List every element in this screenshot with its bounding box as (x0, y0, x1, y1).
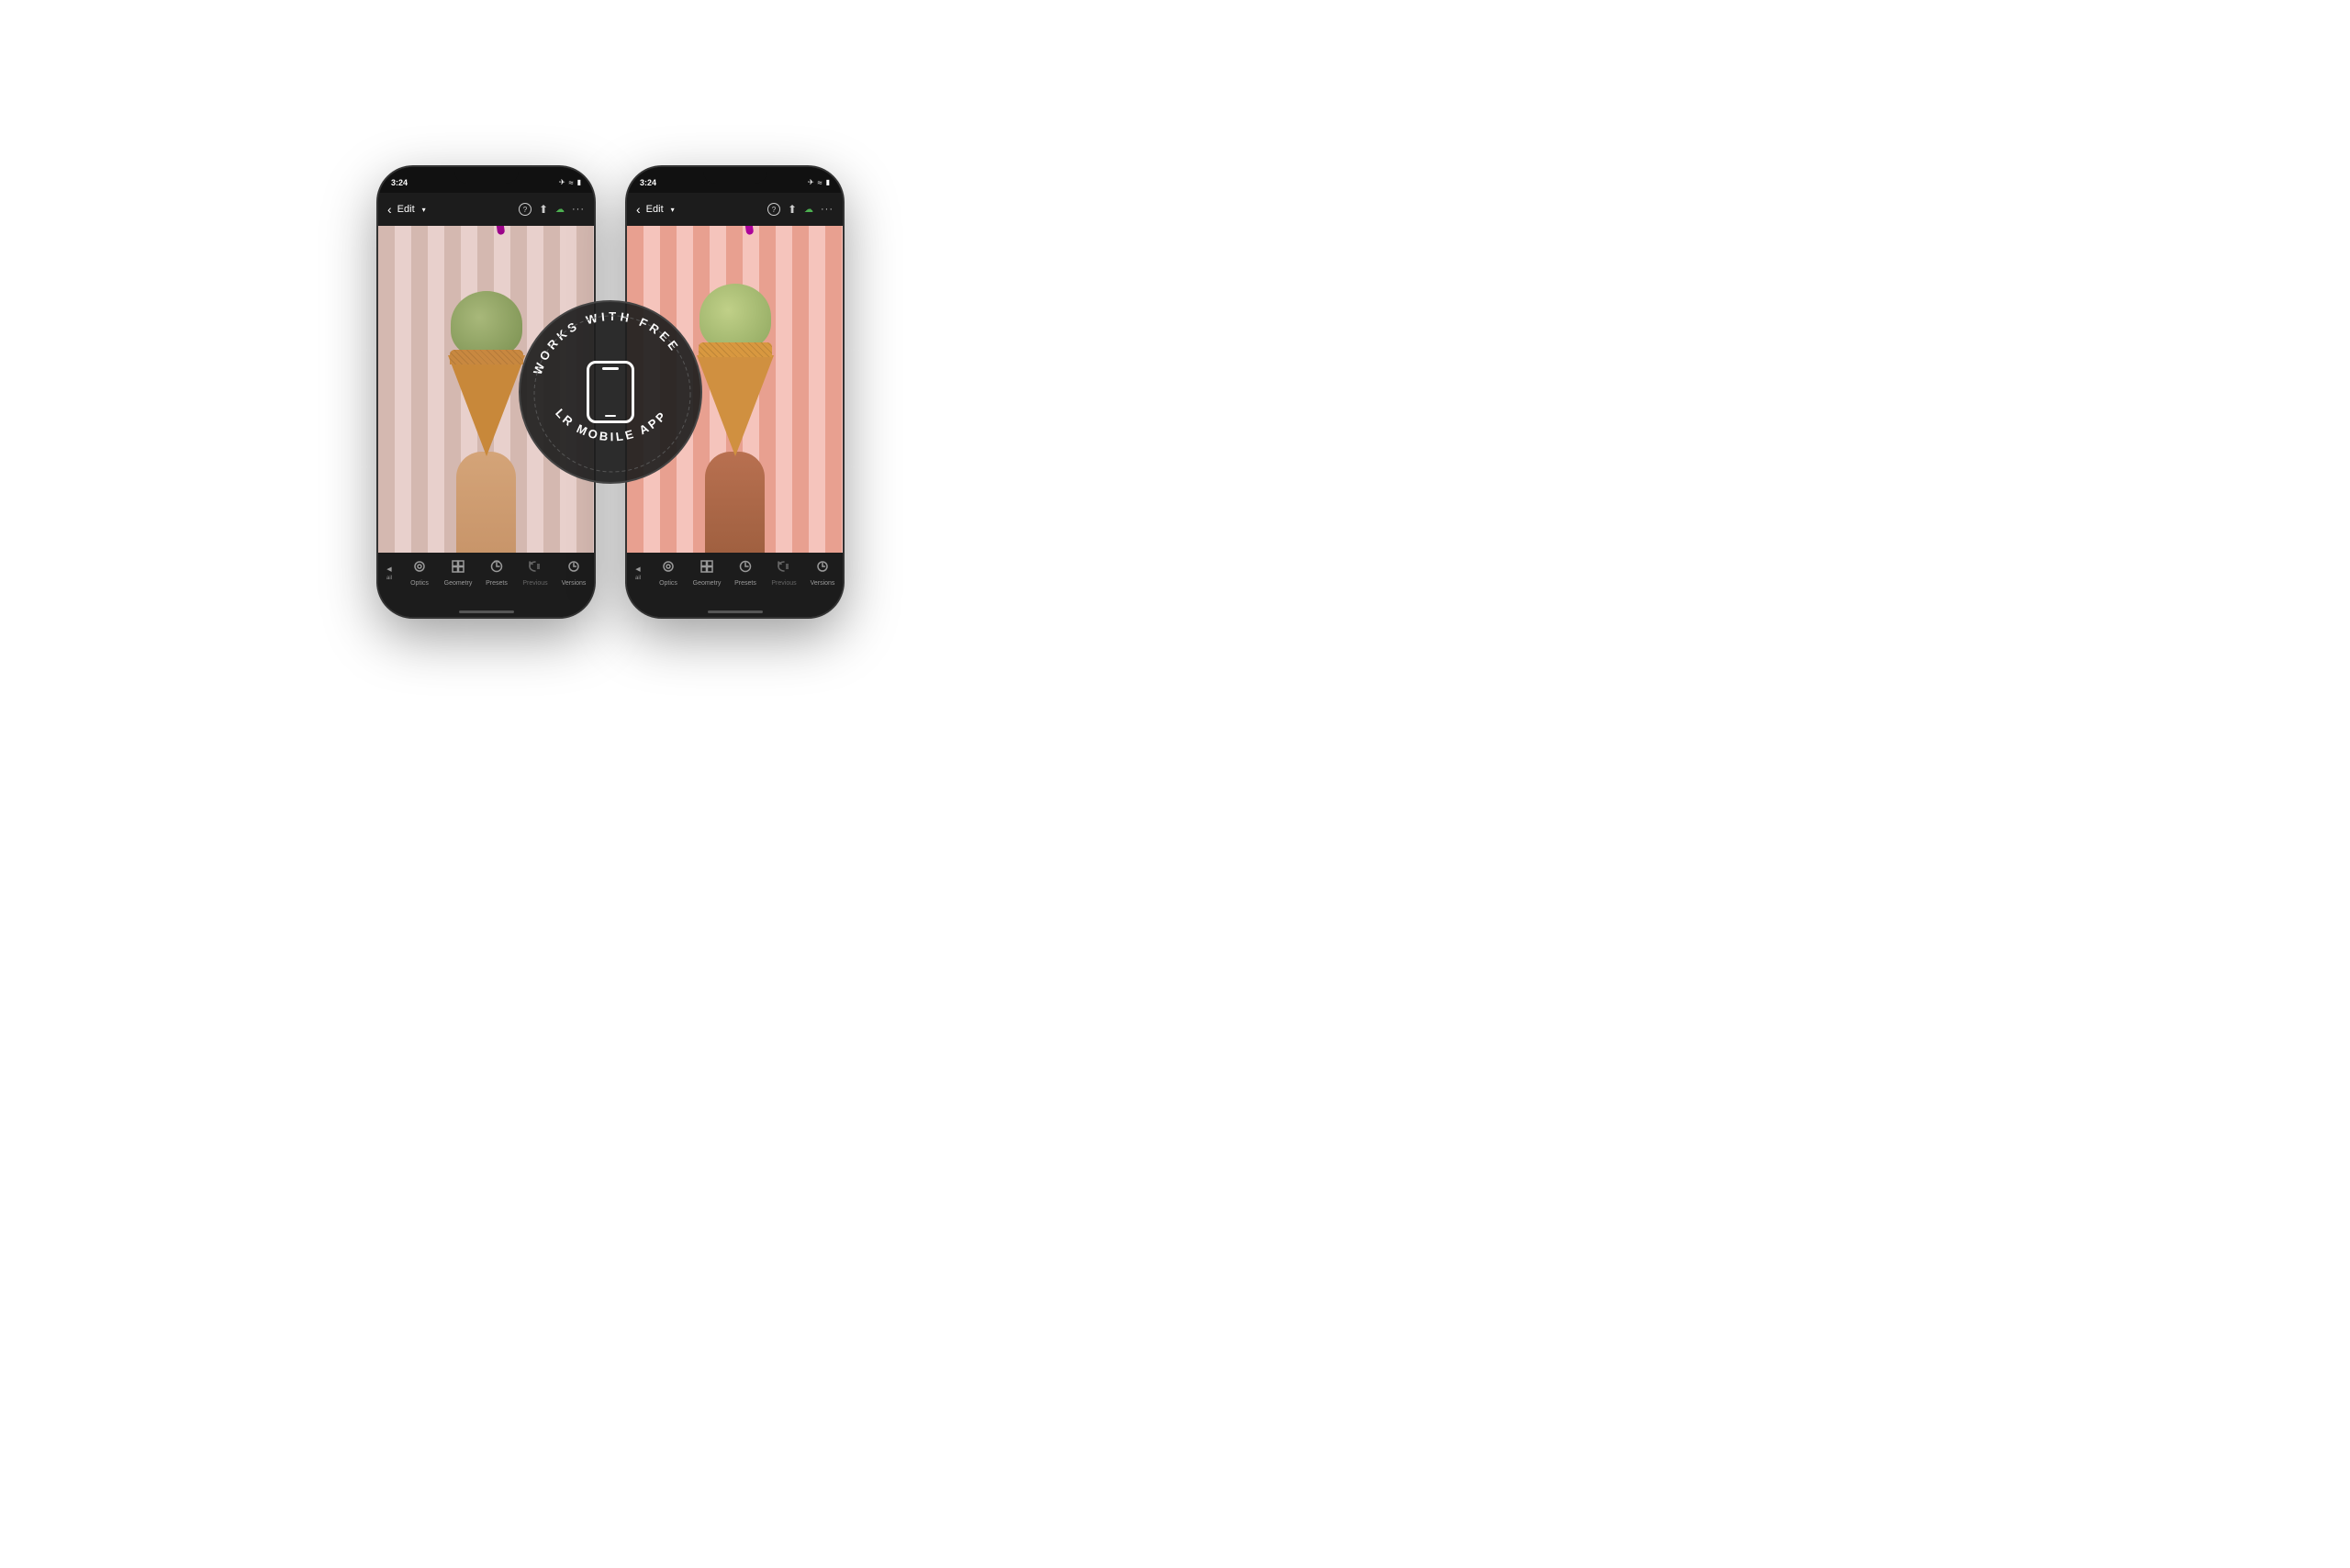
toolbar-item-previous-right[interactable]: Previous (765, 560, 803, 587)
toolbar-item-tail-left[interactable]: ◀ ail (378, 566, 400, 581)
share-icon-left[interactable]: ⬆ (539, 203, 548, 216)
presets-label-left: Presets (486, 580, 508, 587)
edit-label-left[interactable]: Edit (397, 204, 415, 215)
badge-phone-home (605, 415, 616, 417)
back-button-right[interactable]: ‹ (636, 202, 641, 217)
geometry-label-left: Geometry (444, 580, 473, 587)
top-bar-left: ‹ Edit ▾ ? ⬆ ☁ ··· (378, 193, 594, 226)
badge-phone-icon (587, 361, 634, 423)
status-icons-left: ✈ ≈ ▮ (559, 178, 581, 187)
battery-icon-left: ▮ (577, 178, 581, 186)
optics-label-right: Optics (659, 580, 677, 587)
toolbar-item-geometry-right[interactable]: Geometry (688, 560, 726, 587)
toolbar-item-optics-right[interactable]: Optics (649, 560, 688, 587)
help-icon-left[interactable]: ? (519, 203, 532, 216)
wifi-icon-right: ≈ (818, 178, 822, 187)
back-button-left[interactable]: ‹ (387, 202, 392, 217)
share-icon-right[interactable]: ⬆ (788, 203, 797, 216)
versions-label-right: Versions (811, 580, 835, 587)
toolbar-item-previous-left[interactable]: Previous (516, 560, 554, 587)
presets-icon-left (490, 560, 503, 577)
toolbar-item-geometry-left[interactable]: Geometry (439, 560, 477, 587)
time-left: 3:24 (391, 178, 408, 187)
dropdown-arrow-left[interactable]: ▾ (422, 206, 426, 214)
edit-label-right[interactable]: Edit (646, 204, 664, 215)
battery-icon-right: ▮ (826, 178, 830, 186)
badge-phone-notch (602, 367, 619, 370)
notch-right (703, 167, 767, 184)
top-bar-right: ‹ Edit ▾ ? ⬆ ☁ ··· (627, 193, 843, 226)
dropdown-arrow-right[interactable]: ▾ (671, 206, 675, 214)
previous-icon-left (528, 560, 543, 577)
presets-icon-right (739, 560, 752, 577)
optics-icon-left (413, 560, 426, 577)
more-icon-right[interactable]: ··· (821, 204, 834, 215)
toolbar-item-reset-right[interactable]: Reset (842, 560, 843, 587)
previous-icon-right (777, 560, 791, 577)
tail-icon-right: ◀ (635, 566, 640, 573)
optics-icon-right (662, 560, 675, 577)
toolbar-item-versions-right[interactable]: Versions (803, 560, 842, 587)
cloud-icon-left[interactable]: ☁ (555, 205, 565, 215)
help-icon-right[interactable]: ? (767, 203, 780, 216)
toolbar-item-versions-left[interactable]: Versions (554, 560, 593, 587)
previous-label-right: Previous (771, 580, 796, 587)
top-bar-icons-left: ? ⬆ ☁ ··· (519, 203, 585, 216)
toolbar-item-optics-left[interactable]: Optics (400, 560, 439, 587)
presets-label-right: Presets (734, 580, 756, 587)
geometry-label-right: Geometry (693, 580, 722, 587)
toolbar-scroll-right: ◀ ail Optics (627, 560, 843, 587)
airplane-icon-right: ✈ (808, 178, 814, 186)
notch-left (454, 167, 519, 184)
toolbar-item-presets-right[interactable]: Presets (726, 560, 765, 587)
toolbar-scroll-left: ◀ ail Optics (378, 560, 594, 587)
versions-label-left: Versions (562, 580, 587, 587)
home-indicator-right (708, 610, 763, 613)
status-icons-right: ✈ ≈ ▮ (808, 178, 830, 187)
geometry-icon-left (452, 560, 464, 577)
home-indicator-left (459, 610, 514, 613)
tail-icon-left: ◀ (386, 566, 391, 573)
toolbar-item-reset-left[interactable]: Reset (593, 560, 594, 587)
toolbar-item-presets-left[interactable]: Presets (477, 560, 516, 587)
wifi-icon-left: ≈ (569, 178, 574, 187)
versions-icon-right (816, 560, 829, 577)
versions-icon-left (567, 560, 580, 577)
cloud-icon-right[interactable]: ☁ (804, 205, 813, 215)
previous-label-left: Previous (522, 580, 547, 587)
top-bar-icons-right: ? ⬆ ☁ ··· (767, 203, 834, 216)
bottom-toolbar-right: ◀ ail Optics (627, 553, 843, 617)
central-badge: WORKS WITH FREE LR MOBILE APP (519, 300, 702, 484)
more-icon-left[interactable]: ··· (572, 204, 585, 215)
airplane-icon-left: ✈ (559, 178, 565, 186)
time-right: 3:24 (640, 178, 656, 187)
optics-label-left: Optics (410, 580, 429, 587)
scene: 3:24 ✈ ≈ ▮ ‹ Edit ▾ ? ⬆ ☁ ··· (0, 0, 1221, 784)
geometry-icon-right (700, 560, 713, 577)
tail-label-left: ail (386, 576, 392, 581)
tail-label-right: ail (635, 576, 641, 581)
toolbar-item-tail-right[interactable]: ◀ ail (627, 566, 649, 581)
bottom-toolbar-left: ◀ ail Optics (378, 553, 594, 617)
